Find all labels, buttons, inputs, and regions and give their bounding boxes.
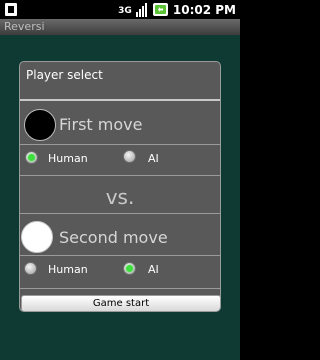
second-move-label: Second move	[59, 228, 168, 247]
3g-icon: 3G	[116, 2, 133, 17]
battery-icon	[152, 3, 168, 16]
second-human-label: Human	[48, 263, 88, 276]
first-human-radio[interactable]	[25, 151, 38, 164]
signal-icon	[135, 3, 147, 17]
game-start-button[interactable]: Game start	[21, 295, 220, 311]
second-ai-label: AI	[148, 263, 159, 276]
divider	[20, 213, 220, 214]
sim-card-icon	[5, 3, 17, 16]
app-title: Reversi	[4, 20, 45, 33]
divider	[20, 175, 220, 176]
divider	[20, 144, 220, 145]
divider	[20, 255, 220, 256]
app-title-bar: Reversi	[0, 19, 240, 35]
second-ai-radio[interactable]	[123, 262, 136, 275]
vs-label: vs.	[105, 185, 135, 209]
player-select-dialog: Player select First move Human AI vs. Se…	[19, 61, 221, 312]
status-bar: 3G 10:02 PM	[0, 0, 240, 19]
divider	[20, 288, 220, 289]
first-ai-radio[interactable]	[123, 150, 136, 163]
first-human-label: Human	[48, 152, 88, 165]
first-ai-label: AI	[148, 152, 159, 165]
white-stone-icon	[21, 221, 53, 253]
clock: 10:02 PM	[172, 2, 236, 17]
second-human-radio[interactable]	[24, 262, 37, 275]
status-icons: 3G 10:02 PM	[116, 1, 236, 18]
black-stone-icon	[24, 109, 56, 141]
title-divider	[20, 99, 220, 101]
dialog-title: Player select	[26, 68, 103, 82]
network-badge: 3G	[118, 6, 132, 16]
first-move-label: First move	[59, 115, 143, 134]
